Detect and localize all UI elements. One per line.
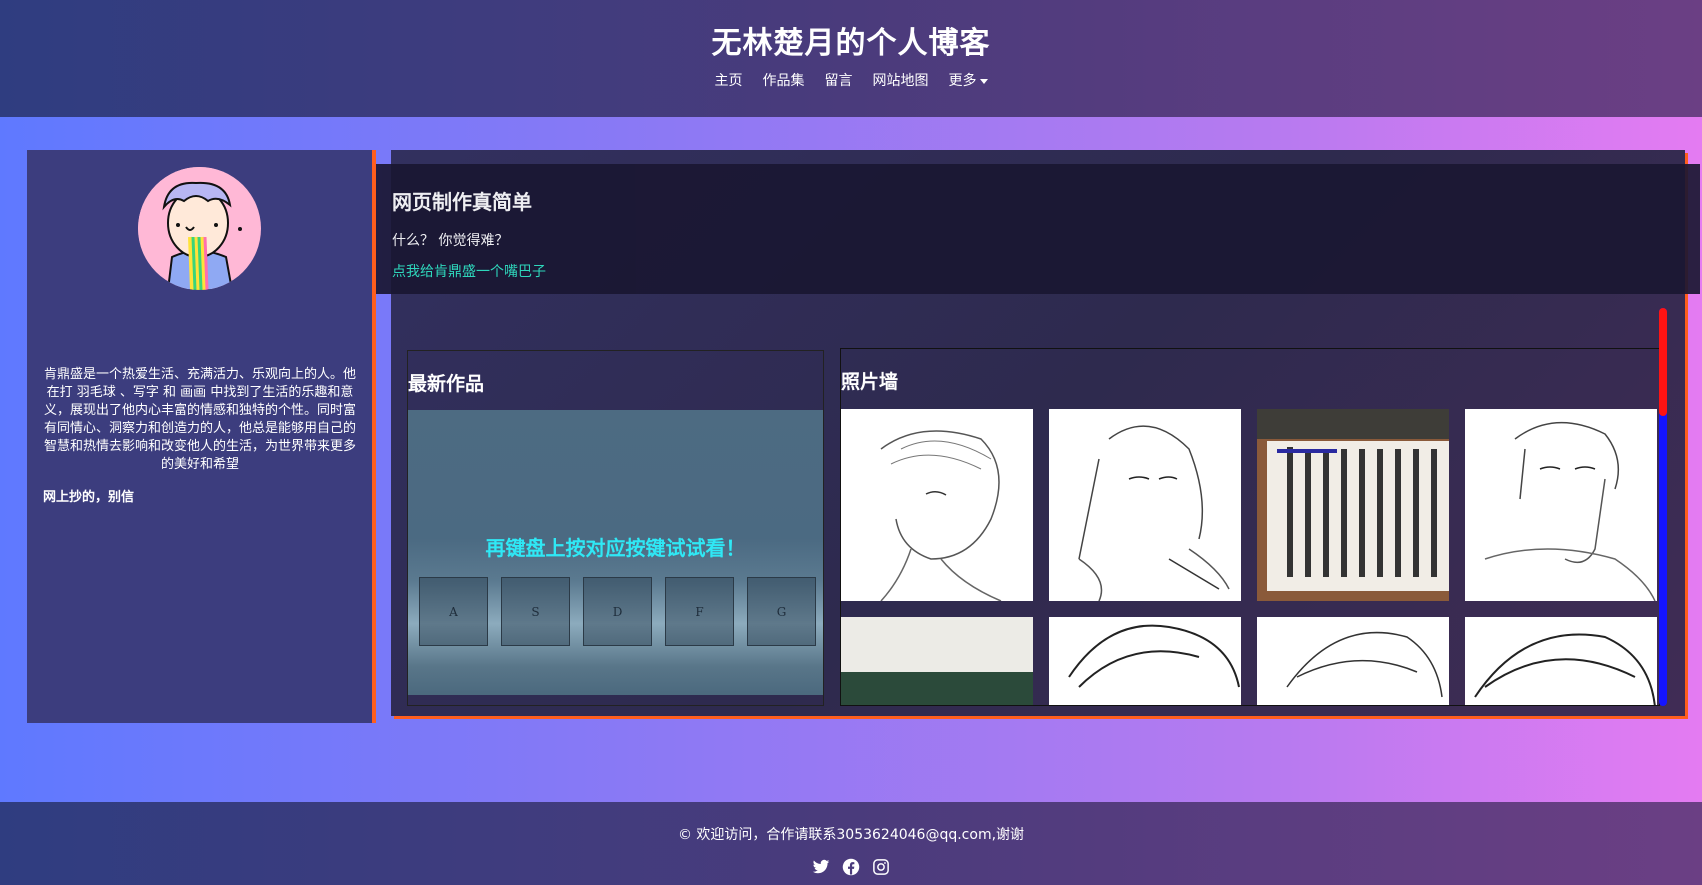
drum-kit-area[interactable]: 再键盘上按对应按键试试看！ A S D F G (408, 410, 823, 695)
photo-calligraphy[interactable] (1257, 409, 1449, 601)
intro-link[interactable]: 点我给肯鼎盛一个嘴巴子 (392, 261, 546, 281)
photo-sketch-hush[interactable] (1465, 409, 1657, 601)
nav-item-more-label: 更多 (948, 73, 977, 89)
sketch-image (1068, 624, 1240, 688)
photo-wall: 照片墙 (840, 348, 1660, 706)
main-nav: 主页 作品集 留言 网站地图 更多 (0, 70, 1702, 90)
photo-sketch-hair-3[interactable] (1465, 617, 1657, 705)
site-footer: © 欢迎访问，合作请联系3053624046@qq.com,谢谢 (0, 802, 1702, 885)
intro-section: 网页制作真简单 什么？ 你觉得难？ 点我给肯鼎盛一个嘴巴子 (376, 164, 1700, 294)
instagram-icon[interactable] (872, 858, 890, 876)
sketch-image (1286, 631, 1443, 698)
photos-heading: 照片墙 (841, 371, 899, 393)
photo-sketch-girl[interactable] (1049, 409, 1241, 601)
sketch-image (880, 430, 1002, 601)
nav-item-portfolio[interactable]: 作品集 (763, 70, 805, 90)
works-heading: 最新作品 (408, 373, 485, 395)
social-links (0, 858, 1702, 876)
photo-classroom[interactable] (841, 617, 1033, 705)
classroom-image (841, 617, 1033, 705)
latest-works: 最新作品 再键盘上按对应按键试试看！ A S D F G (407, 350, 824, 706)
nav-item-more[interactable]: 更多 (949, 70, 988, 90)
sketch-image (1474, 633, 1656, 705)
caret-down-icon (979, 78, 988, 84)
site-header: 无林楚月的个人博客 主页 作品集 留言 网站地图 更多 (0, 0, 1702, 117)
photo-sketch-boy[interactable] (841, 409, 1033, 601)
key-d-button[interactable]: D (583, 577, 652, 646)
avatar-illustration (138, 167, 260, 290)
scrollbar-thumb[interactable] (1659, 308, 1667, 416)
sketch-image (1078, 425, 1230, 601)
key-s-button[interactable]: S (501, 577, 570, 646)
intro-question: 什么？ 你觉得难？ (392, 233, 509, 249)
profile-note: 网上抄的，别信 (43, 490, 135, 505)
photo-sketch-hair-2[interactable] (1257, 617, 1449, 705)
footer-copyright: © 欢迎访问，合作请联系3053624046@qq.com,谢谢 (677, 827, 1025, 843)
key-a-button[interactable]: A (419, 577, 488, 646)
key-f-button[interactable]: F (665, 577, 734, 646)
facebook-icon[interactable] (842, 858, 860, 876)
intro-heading: 网页制作真简单 (392, 190, 532, 214)
photo-wall-scrollbar[interactable] (1659, 308, 1667, 706)
key-row: A S D F G (419, 577, 816, 646)
profile-card: 肯鼎盛是一个热爱生活、充满活力、乐观向上的人。他在打 羽毛球 、写字 和 画画 … (27, 150, 372, 723)
keyboard-hint: 再键盘上按对应按键试试看！ (485, 536, 746, 560)
sketch-image (1484, 421, 1656, 601)
calligraphy-image (1257, 409, 1449, 601)
profile-bio: 肯鼎盛是一个热爱生活、充满活力、乐观向上的人。他在打 羽毛球 、写字 和 画画 … (43, 367, 356, 472)
twitter-icon[interactable] (812, 858, 830, 876)
key-g-button[interactable]: G (747, 577, 816, 646)
nav-item-sitemap[interactable]: 网站地图 (873, 70, 929, 90)
site-title: 无林楚月的个人博客 (711, 26, 991, 61)
nav-item-messages[interactable]: 留言 (825, 70, 853, 90)
nav-item-home[interactable]: 主页 (715, 70, 743, 90)
photo-sketch-hair-1[interactable] (1049, 617, 1241, 705)
avatar (138, 167, 261, 290)
